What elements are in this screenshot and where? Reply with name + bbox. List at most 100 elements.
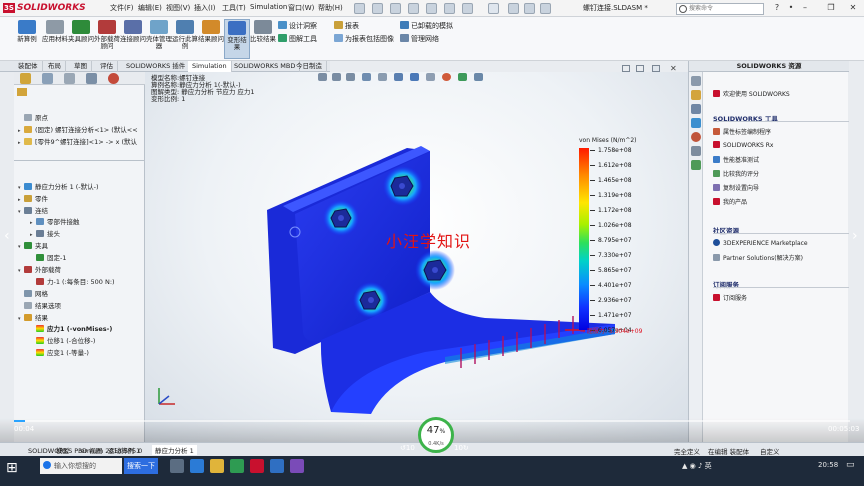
solidworks-taskbar-icon[interactable]: [250, 459, 264, 473]
filter-icon[interactable]: [17, 88, 27, 96]
link-compare-score[interactable]: 比较我的评分: [713, 169, 759, 178]
dimxpert-icon[interactable]: [86, 73, 97, 84]
tree-item-mesh[interactable]: 网格: [18, 290, 48, 299]
tab-assembly[interactable]: 装配体: [14, 61, 43, 72]
tree-item-fixtures[interactable]: ▾ 夹具: [18, 242, 48, 252]
menu-view[interactable]: 视图(V): [166, 3, 190, 13]
link-solidworks-rx[interactable]: SOLIDWORKS Rx: [713, 141, 773, 149]
compare-results-button[interactable]: 比较结果: [250, 19, 276, 59]
manage-network-button[interactable]: 管理网络: [400, 34, 439, 44]
plot-tools-button[interactable]: 图解工具: [278, 34, 317, 44]
file-properties-icon[interactable]: [524, 3, 535, 14]
tree-item-stress-1[interactable]: 应力1 (-vonMises-): [36, 325, 112, 334]
home-icon[interactable]: [691, 76, 701, 86]
print-icon[interactable]: [426, 3, 437, 14]
tree-item-parts[interactable]: ▸ 零件: [18, 195, 48, 205]
tree-item-strain-1[interactable]: 应变1 (-等量-): [36, 349, 89, 358]
tab-solidworks-addins[interactable]: SOLIDWORKS 插件: [122, 61, 191, 72]
previous-arrow-icon[interactable]: ‹: [4, 228, 10, 244]
shell-manager-button[interactable]: 壳体管理器: [146, 19, 172, 59]
run-study-button[interactable]: 运行此算例: [172, 19, 198, 59]
menu-help[interactable]: 帮助(H): [318, 3, 343, 13]
traffic-light-icon[interactable]: [508, 3, 519, 14]
search-commands-input[interactable]: 搜索命令: [676, 3, 764, 15]
tree-item-displacement-1[interactable]: 位移1 (-合位移-): [36, 337, 95, 346]
tab-evaluate[interactable]: 评估: [96, 61, 118, 72]
close-button[interactable]: ✕: [846, 2, 860, 14]
forum-icon[interactable]: [691, 160, 701, 170]
tab-solidworks-mbd[interactable]: SOLIDWORKS MBD: [230, 61, 301, 72]
tree-item-origin[interactable]: 原点: [18, 114, 48, 123]
welcome-link[interactable]: 欢迎使用 SOLIDWORKS: [713, 89, 790, 98]
app-icon[interactable]: [230, 459, 244, 473]
open-icon[interactable]: [390, 3, 401, 14]
appearances-icon[interactable]: [691, 132, 701, 142]
connections-advisor-button[interactable]: 连接顾问: [120, 19, 146, 59]
display-manager-icon[interactable]: [108, 73, 119, 84]
select-icon[interactable]: [488, 3, 499, 14]
file-explorer-icon[interactable]: [691, 104, 701, 114]
zoom-dial[interactable]: 47% 0.4K/s: [418, 417, 454, 453]
help-question-icon[interactable]: ?: [770, 2, 784, 14]
link-3dexperience-marketplace[interactable]: 3DEXPERIENCE Marketplace: [713, 239, 808, 247]
windows-start-icon[interactable]: ⊞: [6, 460, 18, 476]
link-performance-benchmark[interactable]: 性能基准测试: [713, 155, 759, 164]
property-manager-icon[interactable]: [42, 73, 53, 84]
app-icon[interactable]: [290, 459, 304, 473]
notification-icon[interactable]: ▭: [846, 460, 855, 470]
menu-insert[interactable]: 插入(I): [194, 3, 216, 13]
options-gear-icon[interactable]: [540, 3, 551, 14]
viewport-tile-icon[interactable]: [622, 65, 630, 72]
offloaded-simulation-button[interactable]: 已卸载的模拟: [400, 21, 453, 31]
tab-layout[interactable]: 布局: [44, 61, 66, 72]
save-icon[interactable]: [408, 3, 419, 14]
menu-simulation[interactable]: Simulation: [250, 3, 287, 11]
user-icon[interactable]: •: [784, 2, 798, 14]
rebuild-icon[interactable]: [462, 3, 473, 14]
link-subscription-services[interactable]: 订阅服务: [713, 293, 747, 302]
new-study-button[interactable]: 新算例: [14, 19, 40, 59]
taskbar-search-input[interactable]: 输入你想搜的: [40, 458, 122, 474]
tree-item-connectors[interactable]: ▸ 接头: [30, 230, 60, 240]
deformed-result-button[interactable]: 变形结果: [224, 19, 250, 59]
link-property-tab-builder[interactable]: 属性标签编制程序: [713, 127, 771, 136]
tree-item-connections[interactable]: ▾ 连结: [18, 207, 48, 217]
design-insight-button[interactable]: 设计洞察: [278, 21, 317, 31]
rewind-icon[interactable]: ↺10: [400, 444, 415, 452]
restore-button[interactable]: ❐: [824, 2, 838, 14]
viewport-restore-icon[interactable]: [636, 65, 644, 72]
edge-icon[interactable]: [190, 459, 204, 473]
undo-icon[interactable]: [444, 3, 455, 14]
link-copy-settings-wizard[interactable]: 复制设置向导: [713, 183, 759, 192]
menu-file[interactable]: 文件(F): [110, 3, 134, 13]
tab-simulation[interactable]: Simulation: [188, 61, 232, 72]
tree-item-result-options[interactable]: 结果选项: [18, 302, 61, 311]
study-root[interactable]: ▾ 静应力分析 1 (-默认-): [18, 183, 99, 193]
status-tab-static-study[interactable]: 静应力分析 1: [152, 445, 197, 455]
tree-item-external-loads[interactable]: ▾ 外部载荷: [18, 266, 61, 276]
feature-tree-icon[interactable]: [20, 73, 31, 84]
tree-item-fixed-1[interactable]: 固定-1: [30, 254, 66, 263]
link-my-products[interactable]: 我的产品: [713, 197, 747, 206]
menu-window[interactable]: 窗口(W): [288, 3, 314, 13]
custom-properties-icon[interactable]: [691, 146, 701, 156]
viewport-maximize-icon[interactable]: [652, 65, 660, 72]
tree-item-fixed-assembly[interactable]: ▸ (固定) 螺钉连接分析<1> (默认<<: [18, 126, 138, 136]
results-advisor-button[interactable]: 结果顾问: [198, 19, 224, 59]
fixtures-advisor-button[interactable]: 夹具顾问: [68, 19, 94, 59]
app-icon[interactable]: [270, 459, 284, 473]
task-view-icon[interactable]: [170, 459, 184, 473]
status-units-custom[interactable]: 自定义: [760, 446, 780, 456]
home-icon[interactable]: [354, 3, 365, 14]
menu-tools[interactable]: 工具(T): [222, 3, 246, 13]
tab-made-today[interactable]: 今日制造: [292, 61, 327, 72]
external-loads-advisor-button[interactable]: 外部载荷顾问: [94, 19, 120, 59]
tree-item-results[interactable]: ▾ 结果: [18, 314, 48, 324]
file-explorer-icon[interactable]: [210, 459, 224, 473]
design-library-icon[interactable]: [691, 90, 701, 100]
tree-item-force-1[interactable]: 力-1 (:每条目: 500 N:): [30, 278, 115, 287]
tray-icons[interactable]: ▲ ◉ ♪ 英: [682, 461, 712, 471]
tree-item-component-contact[interactable]: ▸ 零部件接触: [30, 218, 80, 228]
tree-item-part9[interactable]: ▸ [零件9^螺钉连接]<1> -> x (默认: [18, 138, 137, 148]
include-image-for-report-button[interactable]: 为报表包括图像: [334, 34, 394, 44]
